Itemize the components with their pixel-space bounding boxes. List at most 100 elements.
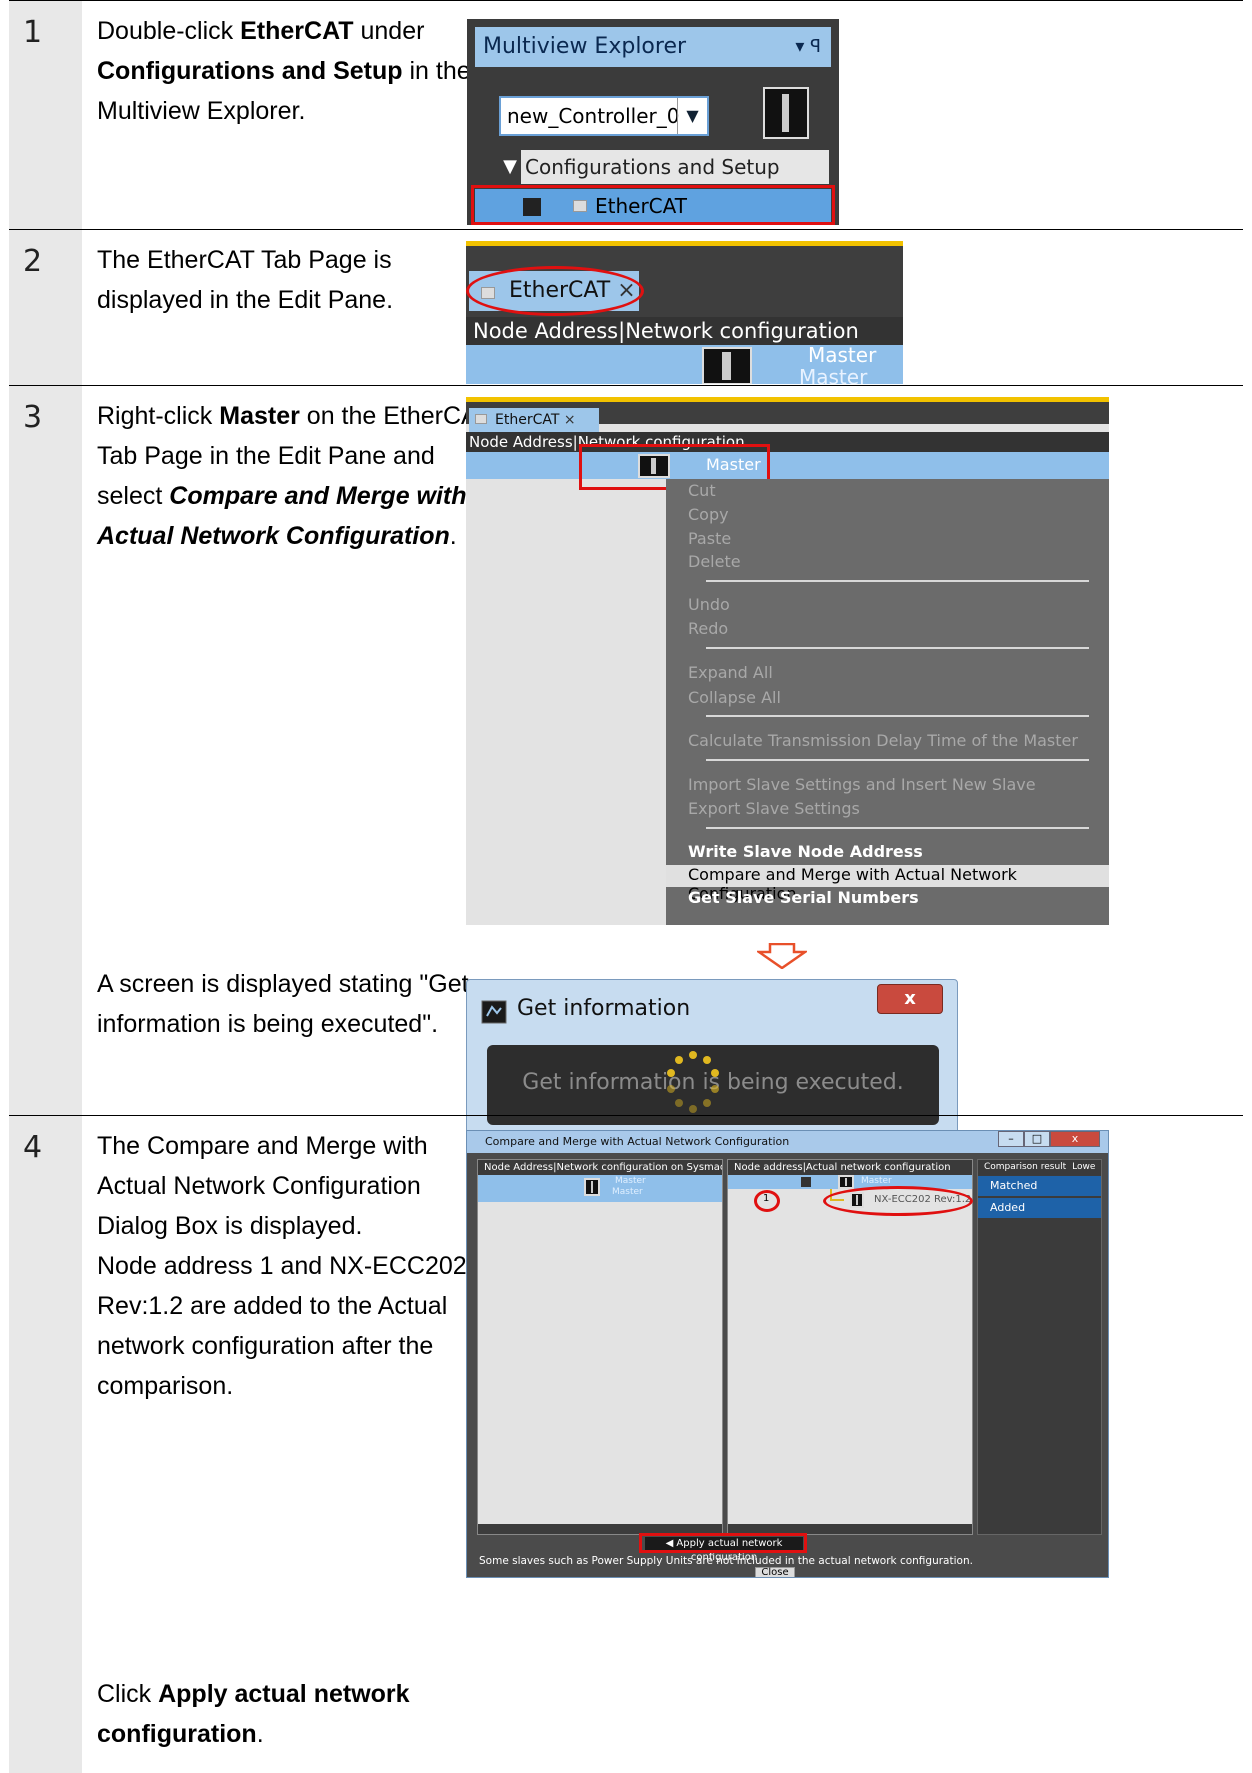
- highlight-box: [639, 1533, 807, 1553]
- step-number-cell: 2: [9, 230, 82, 385]
- dialog-title: Get information: [517, 996, 691, 1021]
- step-description: Double-click EtherCAT under Configuratio…: [97, 11, 497, 131]
- master-label: Master: [808, 343, 877, 367]
- controller-select-value: new_Controller_0: [507, 104, 680, 128]
- description-text: Click: [97, 1680, 159, 1708]
- description-text: The Compare and Merge with Actual Networ…: [97, 1132, 428, 1240]
- configurations-and-setup-node[interactable]: ▼ Configurations and Setup: [499, 150, 829, 184]
- menu-separator: [706, 580, 1089, 582]
- menu-item-get-serial-numbers[interactable]: Get Slave Serial Numbers: [666, 888, 1109, 907]
- get-information-dialog: Get information x Get information is bei…: [466, 979, 958, 1134]
- controller-icon: [702, 347, 752, 384]
- step-description: Right-click Master on the EtherCAT Tab P…: [97, 396, 497, 556]
- menu-item-calculate-delay[interactable]: Calculate Transmission Delay Time of the…: [666, 731, 1109, 750]
- master-row[interactable]: Master: [466, 452, 1109, 479]
- collapse-icon[interactable]: [801, 1177, 811, 1187]
- menu-item-copy[interactable]: Copy: [666, 505, 1109, 524]
- maximize-icon[interactable]: □: [1024, 1131, 1050, 1147]
- dropdown-arrow-icon[interactable]: ▼: [677, 98, 707, 134]
- highlight-ellipse: [466, 266, 644, 316]
- tab-label: EtherCAT: [495, 412, 560, 428]
- menu-item-paste[interactable]: Paste: [666, 529, 1109, 548]
- menu-separator: [706, 715, 1089, 717]
- sysmac-config-pane: Node Address|Network configuration on Sy…: [477, 1159, 723, 1535]
- menu-item-redo[interactable]: Redo: [666, 619, 1109, 638]
- result-header-label-2: Lowe: [1072, 1162, 1096, 1172]
- spinner-icon: [663, 1049, 723, 1121]
- master-label: Master: [615, 1176, 646, 1186]
- step-number: 4: [23, 1130, 43, 1165]
- description-text: Right-click: [97, 402, 220, 430]
- device-ellipse: [823, 1186, 973, 1216]
- controller-icon: [584, 1178, 600, 1196]
- step-description: The EtherCAT Tab Page is displayed in th…: [97, 240, 497, 320]
- network-config-header: Node Address|Network configuration: [466, 317, 903, 345]
- menu-item-expand-all[interactable]: Expand All: [666, 663, 1109, 682]
- description-text: EtherCAT: [240, 17, 354, 45]
- master-label: Master: [861, 1176, 892, 1186]
- pin-icon[interactable]: ▾ ꟼ: [795, 27, 821, 67]
- close-icon[interactable]: x: [1050, 1131, 1100, 1147]
- step-number: 3: [23, 400, 43, 435]
- minimize-icon[interactable]: –: [998, 1131, 1024, 1147]
- menu-item-collapse-all[interactable]: Collapse All: [666, 688, 1109, 707]
- master-sublabel: Master: [612, 1187, 643, 1197]
- ethercat-icon: [475, 414, 487, 424]
- master-row[interactable]: Master: [728, 1175, 972, 1189]
- step-description-2: A screen is displayed stating "Get infor…: [97, 970, 469, 1038]
- procedure-table: 1 Double-click EtherCAT under Configurat…: [9, 0, 1243, 1773]
- pane-header: Node Address|Network configuration on Sy…: [478, 1160, 722, 1175]
- description-text: Configurations and Setup: [97, 57, 403, 85]
- step-number-cell: 4: [9, 1116, 82, 1773]
- step-row-3: 3 Right-click Master on the EtherCAT Tab…: [9, 385, 1243, 1134]
- step-description: The Compare and Merge with Actual Networ…: [97, 1126, 497, 1406]
- context-menu-screenshot: EtherCAT × Node Address|Network configur…: [466, 397, 1109, 925]
- controller-select[interactable]: new_Controller_0 ▼: [499, 96, 709, 136]
- master-sublabel: Master: [799, 365, 868, 384]
- compare-merge-dialog: Compare and Merge with Actual Network Co…: [466, 1130, 1109, 1578]
- context-menu: Cut Copy Paste Delete Undo Redo Expand A…: [666, 479, 1109, 925]
- description-text: Double-click: [97, 17, 241, 45]
- menu-item-import-slave[interactable]: Import Slave Settings and Insert New Sla…: [666, 775, 1109, 794]
- menu-item-write-node-address[interactable]: Write Slave Node Address: [666, 842, 1109, 861]
- step-row-2: 2 The EtherCAT Tab Page is displayed in …: [9, 229, 1243, 385]
- menu-separator: [706, 759, 1089, 761]
- app-icon: [481, 1000, 507, 1024]
- menu-item-delete[interactable]: Delete: [666, 552, 1109, 571]
- actual-config-pane: Node address|Actual network configuratio…: [727, 1159, 973, 1535]
- step-number-cell: 1: [9, 1, 82, 229]
- menu-item-compare-and-merge[interactable]: Compare and Merge with Actual Network Co…: [666, 865, 1109, 903]
- description-text: .: [256, 1720, 264, 1748]
- ethercat-tab[interactable]: EtherCAT ×: [469, 408, 599, 432]
- controller-icon: [838, 1175, 854, 1189]
- node-address-ellipse: [754, 1190, 780, 1212]
- step-row-4: 4 The Compare and Merge with Actual Netw…: [9, 1115, 1243, 1773]
- close-button[interactable]: x: [877, 984, 943, 1014]
- expand-arrow-icon[interactable]: ▼: [499, 150, 521, 184]
- description-text: .: [449, 522, 457, 550]
- close-button[interactable]: Close: [755, 1567, 795, 1577]
- step-description-2: Click Apply actual network configuration…: [97, 1674, 497, 1754]
- close-icon[interactable]: ×: [564, 412, 576, 428]
- master-row[interactable]: Master Master: [478, 1175, 722, 1202]
- highlight-box: [471, 185, 835, 225]
- controller-icon: [763, 87, 809, 139]
- menu-item-export-slave[interactable]: Export Slave Settings: [666, 799, 1109, 818]
- pane-header: Node address|Actual network configuratio…: [728, 1160, 972, 1175]
- network-config-header: Node Address|Network configuration: [466, 432, 1109, 452]
- description-text: The EtherCAT Tab Page is displayed in th…: [97, 246, 394, 314]
- master-row[interactable]: Master Master: [466, 343, 903, 384]
- step-number-cell: 3: [9, 386, 82, 1115]
- menu-separator: [706, 827, 1089, 829]
- result-added: Added: [978, 1198, 1101, 1218]
- step-row-1: 1 Double-click EtherCAT under Configurat…: [9, 0, 1243, 229]
- configurations-label: Configurations and Setup: [525, 155, 780, 179]
- down-arrow-icon: [757, 943, 807, 969]
- comparison-result-pane: Comparison result Lowe Matched Added: [977, 1159, 1102, 1535]
- menu-separator: [706, 647, 1089, 649]
- multiview-explorer-title: Multiview Explorer ▾ ꟼ: [475, 27, 831, 67]
- info-note: Some slaves such as Power Supply Units a…: [479, 1555, 973, 1567]
- menu-item-cut[interactable]: Cut: [666, 481, 1109, 500]
- description-text: Master: [219, 402, 300, 430]
- menu-item-undo[interactable]: Undo: [666, 595, 1109, 614]
